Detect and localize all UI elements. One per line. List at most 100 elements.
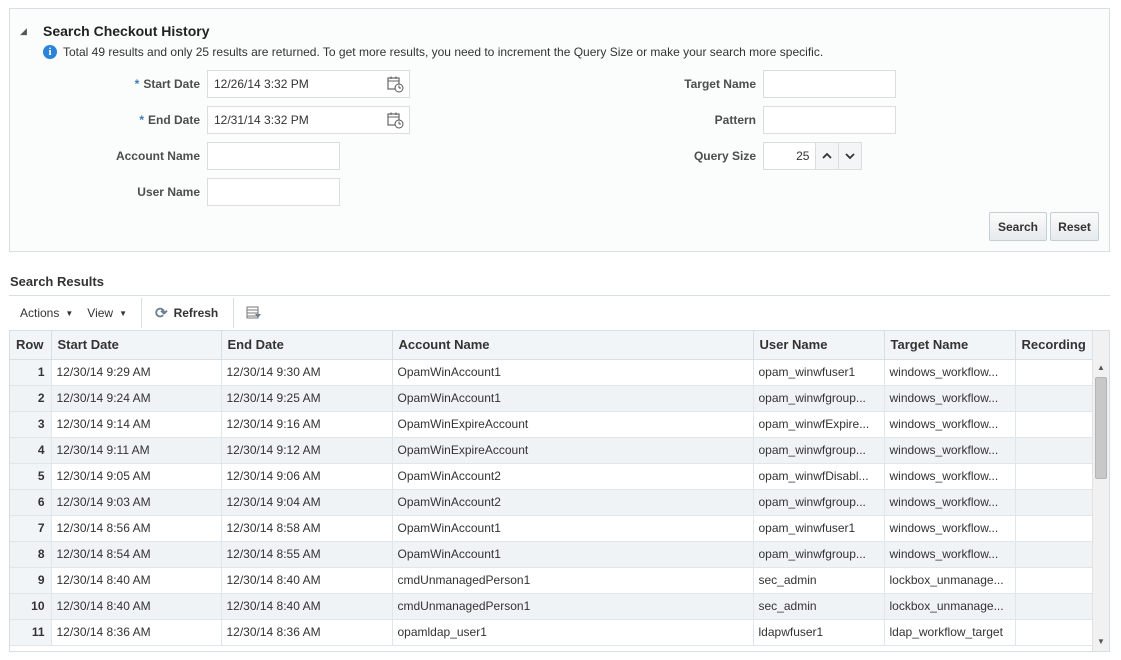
start-date-cell: 12/30/14 8:40 AM [51,567,222,594]
user-name-input[interactable] [207,178,340,206]
table-row[interactable]: 9 12/30/14 8:40 AM 12/30/14 8:40 AM cmdUnma… [10,567,1093,594]
table-row[interactable]: 6 12/30/14 9:03 AM 12/30/14 9:04 AM OpamWin… [10,489,1093,516]
target-name-cell: lockbox_unmanage... [884,593,1016,620]
column-header-account-name[interactable]: Account Name [392,331,754,360]
target-name-cell: ldap_workflow_target [884,619,1016,646]
pattern-label: Pattern [714,113,756,127]
recording-cell [1015,489,1093,516]
table-row[interactable]: 3 12/30/14 9:14 AM 12/30/14 9:16 AM OpamWin… [10,411,1093,438]
target-name-cell: lockbox_unmanage... [884,567,1016,594]
start-date-cell: 12/30/14 9:14 AM [51,411,222,438]
recording-cell [1015,385,1093,412]
actions-menu[interactable]: Actions ▼ [20,306,73,320]
start-date-input[interactable]: 12/26/14 3:32 PM [207,70,410,98]
start-date-value: 12/26/14 3:32 PM [214,77,309,91]
target-name-cell: windows_workflow... [884,463,1016,490]
start-date-cell: 12/30/14 9:03 AM [51,489,222,516]
account-name-cell: cmdUnmanagedPerson1 [392,567,754,594]
account-name-input[interactable] [207,142,340,170]
row-number-cell: 6 [10,489,52,516]
reset-button[interactable]: Reset [1050,212,1099,241]
info-icon: i [43,45,57,59]
actions-label: Actions [20,306,60,320]
panel-header[interactable]: ◢ Search Checkout History [20,23,210,39]
user-name-cell: sec_admin [753,567,885,594]
table-row[interactable]: 11 12/30/14 8:36 AM 12/30/14 8:36 AM opamld… [10,619,1093,646]
info-message: i Total 49 results and only 25 results a… [43,45,823,59]
scrollbar-thumb[interactable] [1095,377,1107,479]
results-table: Row Start Date End Date Account Name Use… [9,330,1110,652]
column-header-end-date[interactable]: End Date [221,331,393,360]
user-name-cell: opam_winwfDisabl... [753,463,885,490]
table-row[interactable]: 7 12/30/14 8:56 AM 12/30/14 8:58 AM OpamWin… [10,515,1093,542]
query-size-label: Query Size [693,149,756,163]
pattern-input[interactable] [763,106,896,134]
user-name-cell: opam_winwfgroup... [753,489,885,516]
detach-table-icon[interactable] [246,305,262,321]
start-date-cell: 12/30/14 9:29 AM [51,359,222,386]
table-row[interactable]: 8 12/30/14 8:54 AM 12/30/14 8:55 AM OpamWin… [10,541,1093,568]
start-date-cell: 12/30/14 8:36 AM [51,619,222,646]
caret-down-icon: ▼ [65,308,74,318]
increment-button[interactable] [815,143,839,169]
column-header-target-name[interactable]: Target Name [884,331,1016,360]
recording-cell [1015,593,1093,620]
account-name-cell: OpamWinAccount1 [392,541,754,568]
search-checkout-history-panel: ◢ Search Checkout History i Total 49 res… [9,8,1110,252]
table-row[interactable]: 4 12/30/14 9:11 AM 12/30/14 9:12 AM OpamWin… [10,437,1093,464]
target-name-cell: windows_workflow... [884,385,1016,412]
table-row[interactable]: 2 12/30/14 9:24 AM 12/30/14 9:25 AM OpamWin… [10,385,1093,412]
table-row[interactable]: 1 12/30/14 9:29 AM 12/30/14 9:30 AM OpamWin… [10,359,1093,386]
query-size-stepper[interactable]: 25 [763,142,862,170]
end-date-label: * End Date [110,113,200,127]
collapse-triangle-icon[interactable]: ◢ [20,26,32,37]
vertical-scrollbar[interactable]: ▲ ▼ [1092,331,1109,651]
decrement-button[interactable] [838,143,861,169]
end-date-cell: 12/30/14 9:16 AM [221,411,393,438]
column-header-row[interactable]: Row [10,331,52,360]
column-header-user-name[interactable]: User Name [753,331,885,360]
recording-cell [1015,411,1093,438]
calendar-icon[interactable] [385,74,405,94]
scroll-up-icon[interactable]: ▲ [1093,359,1109,375]
column-header-recording[interactable]: Recording [1015,331,1093,360]
view-label: View [87,306,114,320]
search-button[interactable]: Search [989,212,1047,241]
query-size-value[interactable]: 25 [764,149,815,163]
refresh-button[interactable]: ⟳ Refresh [155,304,218,322]
account-name-cell: cmdUnmanagedPerson1 [392,593,754,620]
user-name-cell: opam_winwfuser1 [753,359,885,386]
chevron-down-icon [845,153,855,160]
end-date-input[interactable]: 12/31/14 3:32 PM [207,106,410,134]
recording-cell [1015,359,1093,386]
account-name-cell: opamldap_user1 [392,619,754,646]
account-name-cell: OpamWinExpireAccount [392,437,754,464]
account-name-cell: OpamWinAccount1 [392,385,754,412]
required-marker: * [134,77,140,91]
user-name-cell: opam_winwfgroup... [753,385,885,412]
target-name-cell: windows_workflow... [884,359,1016,386]
table-header-row: Row Start Date End Date Account Name Use… [10,331,1093,360]
recording-cell [1015,619,1093,646]
end-date-cell: 12/30/14 8:58 AM [221,515,393,542]
table-row[interactable]: 5 12/30/14 9:05 AM 12/30/14 9:06 AM OpamWin… [10,463,1093,490]
start-date-cell: 12/30/14 8:56 AM [51,515,222,542]
calendar-icon[interactable] [385,110,405,130]
target-name-input[interactable] [763,70,896,98]
account-name-cell: OpamWinAccount2 [392,489,754,516]
required-marker: * [139,113,144,127]
end-date-cell: 12/30/14 8:40 AM [221,567,393,594]
view-menu[interactable]: View ▼ [87,306,127,320]
column-header-start-date[interactable]: Start Date [51,331,222,360]
scroll-down-icon[interactable]: ▼ [1093,633,1109,649]
account-name-label: Account Name [115,149,200,163]
end-date-cell: 12/30/14 9:04 AM [221,489,393,516]
refresh-icon: ⟳ [155,305,168,322]
refresh-label: Refresh [173,306,219,320]
end-date-cell: 12/30/14 9:06 AM [221,463,393,490]
row-number-cell: 3 [10,411,52,438]
results-toolbar: Actions ▼ View ▼ ⟳ Refresh [9,298,1110,328]
user-name-cell: opam_winwfuser1 [753,515,885,542]
table-row[interactable]: 10 12/30/14 8:40 AM 12/30/14 8:40 AM cmdUnm… [10,593,1093,620]
account-name-cell: OpamWinAccount1 [392,515,754,542]
